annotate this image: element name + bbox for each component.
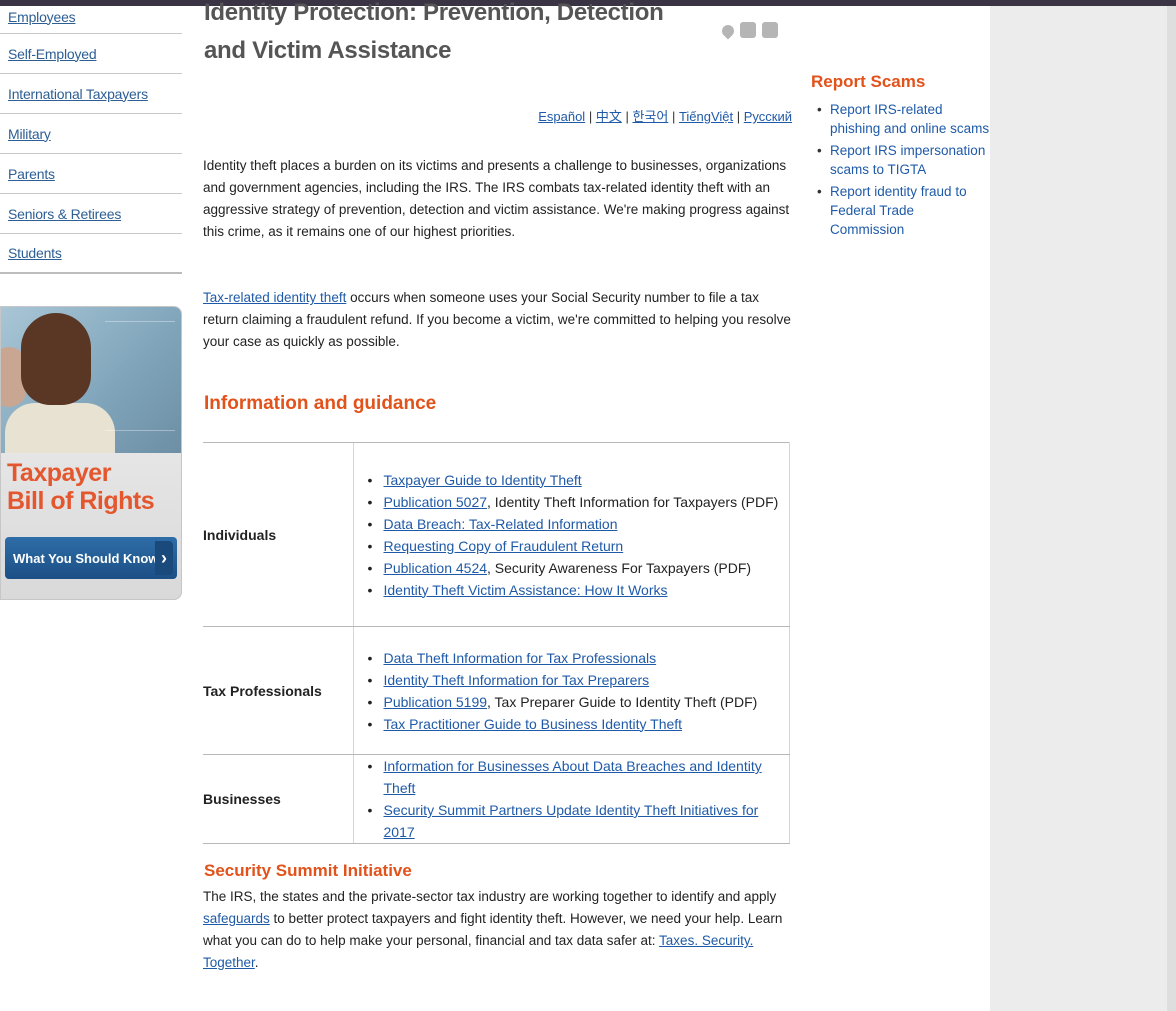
language-links: Español | 中文 | 한국어 | TiếngViệt | Русский	[520, 106, 792, 125]
guide-link[interactable]: Publication 4524	[384, 560, 488, 576]
nav-item-international-taxpayers[interactable]: International Taxpayers	[0, 74, 182, 114]
promo-photo	[1, 307, 181, 453]
print-icon[interactable]	[762, 22, 778, 38]
lang-link-russian[interactable]: Русский	[744, 109, 792, 124]
report-scams-heading: Report Scams	[811, 72, 926, 91]
nav-item-employees[interactable]: Employees	[0, 0, 182, 34]
what-you-should-know-button[interactable]: What You Should Know ›	[5, 537, 177, 579]
guidance-table: Individuals Taxpayer Guide to Identity T…	[203, 442, 790, 844]
guide-link[interactable]: Publication 5027	[384, 494, 488, 510]
guidance-heading: Information and guidance	[204, 393, 437, 414]
promo-button-label: What You Should Know	[13, 550, 159, 566]
list-item: Requesting Copy of Fraudulent Return	[368, 535, 790, 557]
guide-link[interactable]: Requesting Copy of Fraudulent Return	[384, 538, 624, 554]
list-item: Report identity fraud to Federal Trade C…	[812, 182, 992, 239]
list-item: Publication 5199, Tax Preparer Guide to …	[368, 691, 790, 713]
lang-separator: |	[585, 109, 596, 124]
scrollbar-track[interactable]	[1167, 6, 1176, 1011]
guide-link[interactable]: Data Breach: Tax-Related Information	[384, 516, 618, 532]
lang-link-vietnamese[interactable]: TiếngViệt	[679, 109, 733, 124]
lang-link-korean[interactable]: 한국어	[632, 109, 668, 124]
list-item: Publication 4524, Security Awareness For…	[368, 557, 790, 579]
guide-link[interactable]: Tax Practitioner Guide to Business Ident…	[384, 716, 683, 732]
list-item: Information for Businesses About Data Br…	[368, 755, 790, 799]
nav-item-seniors-retirees[interactable]: Seniors & Retirees	[0, 194, 182, 234]
tax-related-identity-theft-link[interactable]: Tax-related identity theft	[203, 290, 346, 305]
list-item: Taxpayer Guide to Identity Theft	[368, 469, 790, 491]
nav-item-students[interactable]: Students	[0, 234, 182, 274]
lang-link-chinese[interactable]: 中文	[596, 109, 622, 124]
category-businesses: Businesses	[203, 754, 353, 844]
list-item: Tax Practitioner Guide to Business Ident…	[368, 713, 790, 735]
category-individuals: Individuals	[203, 442, 353, 627]
guide-link[interactable]: Data Theft Information for Tax Professio…	[384, 650, 657, 666]
guide-link[interactable]: Identity Theft Information for Tax Prepa…	[384, 672, 650, 688]
list-item: Report IRS-related phishing and online s…	[812, 100, 992, 138]
lang-separator: |	[668, 109, 679, 124]
page-tools	[719, 22, 778, 40]
table-row: Individuals Taxpayer Guide to Identity T…	[203, 442, 790, 627]
list-item: Security Summit Partners Update Identity…	[368, 799, 790, 843]
list-item: Data Theft Information for Tax Professio…	[368, 647, 790, 669]
page-title: Identity Protection: Prevention, Detecti…	[204, 0, 664, 64]
nav-item-parents[interactable]: Parents	[0, 154, 182, 194]
heart-icon[interactable]	[719, 22, 737, 40]
share-icon[interactable]	[740, 22, 756, 38]
safeguards-link[interactable]: safeguards	[203, 911, 270, 926]
report-ftc-link[interactable]: Report identity fraud to Federal Trade C…	[830, 184, 967, 237]
list-item: Data Breach: Tax-Related Information	[368, 513, 790, 535]
identity-theft-paragraph: Tax-related identity theft occurs when s…	[203, 290, 791, 349]
guide-link[interactable]: Publication 5199	[384, 694, 488, 710]
left-nav: Employees Self-Employed International Ta…	[0, 0, 182, 274]
report-impersonation-link[interactable]: Report IRS impersonation scams to TIGTA	[830, 143, 985, 177]
guide-link[interactable]: Taxpayer Guide to Identity Theft	[384, 472, 582, 488]
report-scams-list: Report IRS-related phishing and online s…	[812, 100, 992, 242]
report-phishing-link[interactable]: Report IRS-related phishing and online s…	[830, 102, 989, 136]
promo-title: Taxpayer Bill of Rights	[7, 459, 155, 515]
list-item: Publication 5027, Identity Theft Informa…	[368, 491, 790, 513]
list-item: Identity Theft Information for Tax Prepa…	[368, 669, 790, 691]
guide-link[interactable]: Security Summit Partners Update Identity…	[384, 802, 759, 840]
lang-separator: |	[621, 109, 633, 124]
intro-paragraph: Identity theft places a burden on its vi…	[203, 158, 790, 239]
table-row: Tax Professionals Data Theft Information…	[203, 626, 790, 755]
chevron-right-icon: ›	[155, 541, 173, 575]
nav-item-self-employed[interactable]: Self-Employed	[0, 34, 182, 74]
list-item: Report IRS impersonation scams to TIGTA	[812, 141, 992, 179]
lang-link-spanish[interactable]: Español	[538, 109, 585, 124]
nav-item-military[interactable]: Military	[0, 114, 182, 154]
table-row: Businesses Information for Businesses Ab…	[203, 754, 790, 844]
summit-paragraph: The IRS, the states and the private-sect…	[203, 889, 783, 970]
taxpayer-bill-of-rights-banner[interactable]: Taxpayer Bill of Rights What You Should …	[0, 306, 182, 600]
lang-separator: |	[733, 109, 744, 124]
right-gutter	[990, 6, 1176, 1011]
list-item: Identity Theft Victim Assistance: How It…	[368, 579, 790, 601]
summit-heading: Security Summit Initiative	[204, 861, 412, 880]
guide-link[interactable]: Information for Businesses About Data Br…	[384, 758, 762, 796]
category-tax-professionals: Tax Professionals	[203, 626, 353, 755]
guide-link[interactable]: Identity Theft Victim Assistance: How It…	[384, 582, 668, 598]
